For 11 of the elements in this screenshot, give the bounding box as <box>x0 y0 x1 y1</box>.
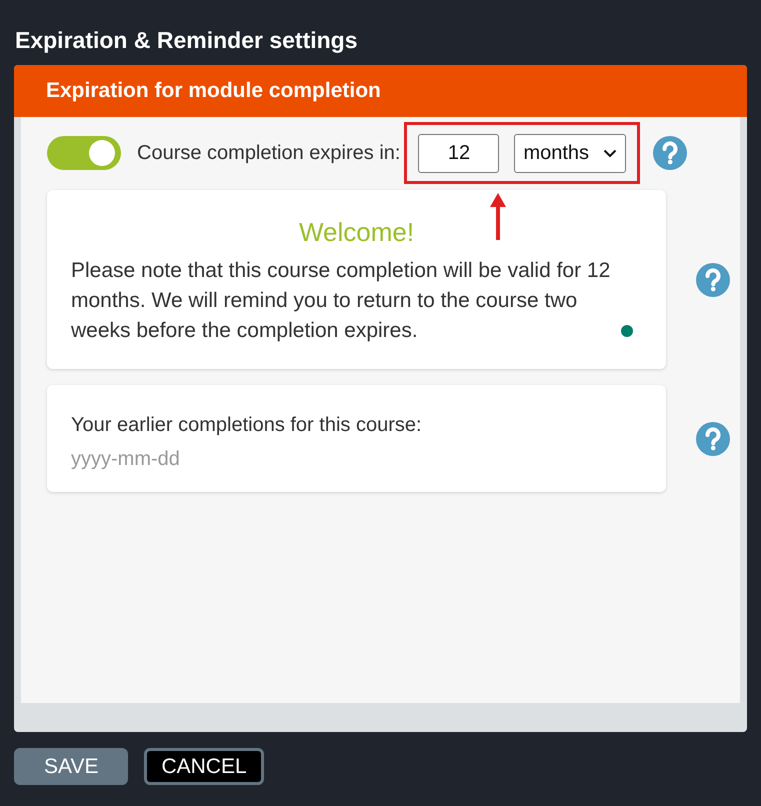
save-button[interactable]: SAVE <box>14 748 128 785</box>
history-label: Your earlier completions for this course: <box>71 413 423 438</box>
welcome-message: Please note that this course completion will be valid for 12 months. We will remind you to return to the course two weeks before the completion expires. <box>71 258 611 344</box>
duration-field[interactable]: 12 <box>418 134 500 172</box>
dialog-title: Expiration & Reminder settings <box>15 26 359 55</box>
expiry-label: Course completion expires in: <box>137 142 400 164</box>
cancel-button[interactable]: CANCEL <box>144 748 264 785</box>
welcome-heading: Welcome! <box>298 216 414 248</box>
date-field[interactable]: yyyy-mm-dd <box>71 446 371 472</box>
unit-dropdown[interactable]: months <box>514 134 626 172</box>
section-header: Expiration for module completion <box>14 65 747 117</box>
